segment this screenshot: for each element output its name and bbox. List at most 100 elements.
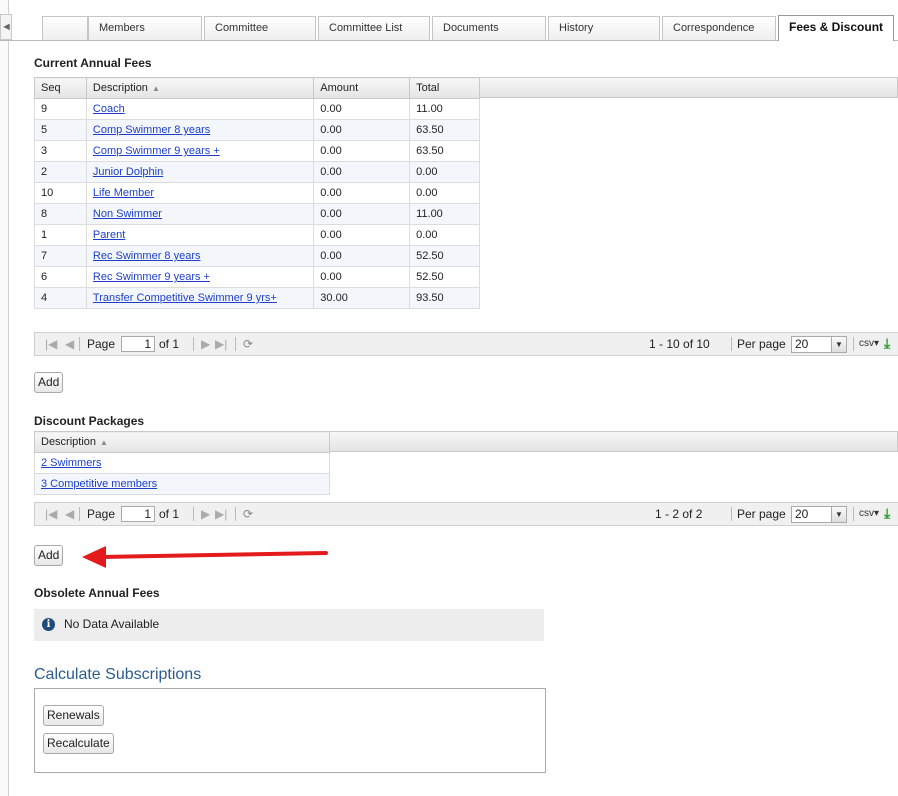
tab-blank[interactable] xyxy=(42,16,88,40)
total-cell: 11.00 xyxy=(409,203,480,225)
sort-ascending-icon: ▲ xyxy=(100,438,108,447)
first-page-icon[interactable]: |◀ xyxy=(45,503,57,525)
fee-description-link[interactable]: Junior Dolphin xyxy=(93,166,163,178)
fee-description-link[interactable]: Rec Swimmer 8 years xyxy=(93,250,201,262)
description-cell: 2 Swimmers xyxy=(34,452,330,474)
description-cell: Transfer Competitive Swimmer 9 yrs+ xyxy=(85,287,315,309)
sort-ascending-icon: ▲ xyxy=(151,84,160,93)
page-of-label: of 1 xyxy=(159,337,180,351)
current-fees-header-filler xyxy=(480,77,898,98)
record-summary: 1 - 2 of 2 xyxy=(655,507,703,521)
last-page-icon[interactable]: ▶| xyxy=(215,503,227,525)
tab-fees-discount[interactable]: Fees & Discount xyxy=(778,15,894,41)
left-rail xyxy=(0,0,9,796)
seq-cell: 9 xyxy=(34,98,87,120)
tab-committee-list[interactable]: Committee List xyxy=(318,16,430,40)
column-header-seq[interactable]: Seq xyxy=(34,77,87,99)
fee-description-link[interactable]: Parent xyxy=(93,229,125,241)
tab-history[interactable]: History xyxy=(548,16,660,40)
current-fees-pager: |◀ ◀ Page 1 of 1 ▶ ▶| ⟳ 1 - 10 of 10 Per… xyxy=(34,332,898,356)
previous-page-icon[interactable]: ◀ xyxy=(65,503,74,525)
download-icon[interactable]: ⤓ xyxy=(884,335,890,352)
recalculate-button[interactable]: Recalculate xyxy=(43,733,114,754)
tab-label: Fees & Discount xyxy=(789,20,884,34)
add-fee-button[interactable]: Add xyxy=(34,372,64,393)
tab-label: Correspondence xyxy=(673,22,755,34)
total-cell: 93.50 xyxy=(409,287,480,309)
description-cell: Comp Swimmer 8 years xyxy=(85,119,315,141)
total-cell: 0.00 xyxy=(409,161,480,183)
page-of-label: of 1 xyxy=(159,507,180,521)
table-row: 7 Rec Swimmer 8 years 0.00 52.50 xyxy=(34,245,480,267)
tab-label: Documents xyxy=(443,22,499,34)
export-csv-button[interactable]: csv▾ xyxy=(859,503,879,525)
total-cell: 52.50 xyxy=(409,245,480,267)
discount-description-link[interactable]: 3 Competitive members xyxy=(41,478,157,490)
amount-cell: 0.00 xyxy=(313,98,411,120)
first-page-icon[interactable]: |◀ xyxy=(45,333,57,355)
previous-page-icon[interactable]: ◀ xyxy=(65,333,74,355)
page-number-input[interactable]: 1 xyxy=(121,506,155,522)
seq-cell: 5 xyxy=(34,119,87,141)
per-page-select[interactable]: 20 ▼ xyxy=(791,506,847,523)
tab-label: Committee xyxy=(215,22,269,34)
amount-cell: 0.00 xyxy=(313,140,411,162)
total-cell: 11.00 xyxy=(409,98,480,120)
seq-cell: 2 xyxy=(34,161,87,183)
column-header-description[interactable]: Description ▲ xyxy=(85,77,315,99)
per-page-label: Per page xyxy=(737,337,786,351)
tab-documents[interactable]: Documents xyxy=(432,16,546,40)
fee-description-link[interactable]: Life Member xyxy=(93,187,154,199)
add-discount-button[interactable]: Add xyxy=(34,545,64,566)
column-header-description[interactable]: Description ▲ xyxy=(34,431,330,453)
column-header-amount[interactable]: Amount xyxy=(313,77,411,99)
refresh-icon[interactable]: ⟳ xyxy=(243,333,253,355)
description-cell: 3 Competitive members xyxy=(34,473,330,495)
description-cell: Rec Swimmer 9 years + xyxy=(85,266,315,288)
next-page-icon[interactable]: ▶ xyxy=(201,333,210,355)
seq-cell: 8 xyxy=(34,203,87,225)
current-fees-title: Current Annual Fees xyxy=(34,56,152,70)
table-row: 10 Life Member 0.00 0.00 xyxy=(34,182,480,204)
discount-packages-pager: |◀ ◀ Page 1 of 1 ▶ ▶| ⟳ 1 - 2 of 2 Per p… xyxy=(34,502,898,526)
fee-description-link[interactable]: Rec Swimmer 9 years + xyxy=(93,271,210,283)
tab-label: Members xyxy=(99,22,145,34)
description-cell: Life Member xyxy=(85,182,315,204)
discount-header-filler xyxy=(330,431,898,452)
next-page-icon[interactable]: ▶ xyxy=(201,503,210,525)
per-page-select[interactable]: 20 ▼ xyxy=(791,336,847,353)
column-header-total[interactable]: Total xyxy=(409,77,480,99)
table-row: 2 Swimmers xyxy=(34,452,330,474)
description-cell: Junior Dolphin xyxy=(85,161,315,183)
tab-scroll-left-icon[interactable]: ◄ xyxy=(0,14,12,40)
amount-cell: 0.00 xyxy=(313,182,411,204)
tab-correspondence[interactable]: Correspondence xyxy=(662,16,776,40)
tab-committee[interactable]: Committee xyxy=(204,16,316,40)
fee-description-link[interactable]: Coach xyxy=(93,103,125,115)
tab-members[interactable]: Members xyxy=(88,16,202,40)
last-page-icon[interactable]: ▶| xyxy=(215,333,227,355)
fee-description-link[interactable]: Non Swimmer xyxy=(93,208,162,220)
amount-cell: 0.00 xyxy=(313,266,411,288)
fee-description-link[interactable]: Comp Swimmer 9 years + xyxy=(93,145,220,157)
amount-cell: 30.00 xyxy=(313,287,411,309)
description-cell: Rec Swimmer 8 years xyxy=(85,245,315,267)
discount-description-link[interactable]: 2 Swimmers xyxy=(41,457,102,469)
fee-description-link[interactable]: Comp Swimmer 8 years xyxy=(93,124,210,136)
amount-cell: 0.00 xyxy=(313,119,411,141)
tab-strip: ◄ Members Committee Committee List Docum… xyxy=(0,14,898,41)
renewals-button[interactable]: Renewals xyxy=(43,705,104,726)
page-number-input[interactable]: 1 xyxy=(121,336,155,352)
chevron-down-icon: ▼ xyxy=(831,337,846,352)
description-cell: Parent xyxy=(85,224,315,246)
seq-cell: 6 xyxy=(34,266,87,288)
table-row: 1 Parent 0.00 0.00 xyxy=(34,224,480,246)
refresh-icon[interactable]: ⟳ xyxy=(243,503,253,525)
download-icon[interactable]: ⤓ xyxy=(884,505,890,522)
description-cell: Non Swimmer xyxy=(85,203,315,225)
export-csv-button[interactable]: csv▾ xyxy=(859,333,879,355)
total-cell: 63.50 xyxy=(409,119,480,141)
chevron-down-icon: ▼ xyxy=(831,507,846,522)
amount-cell: 0.00 xyxy=(313,161,411,183)
fee-description-link[interactable]: Transfer Competitive Swimmer 9 yrs+ xyxy=(93,292,277,304)
